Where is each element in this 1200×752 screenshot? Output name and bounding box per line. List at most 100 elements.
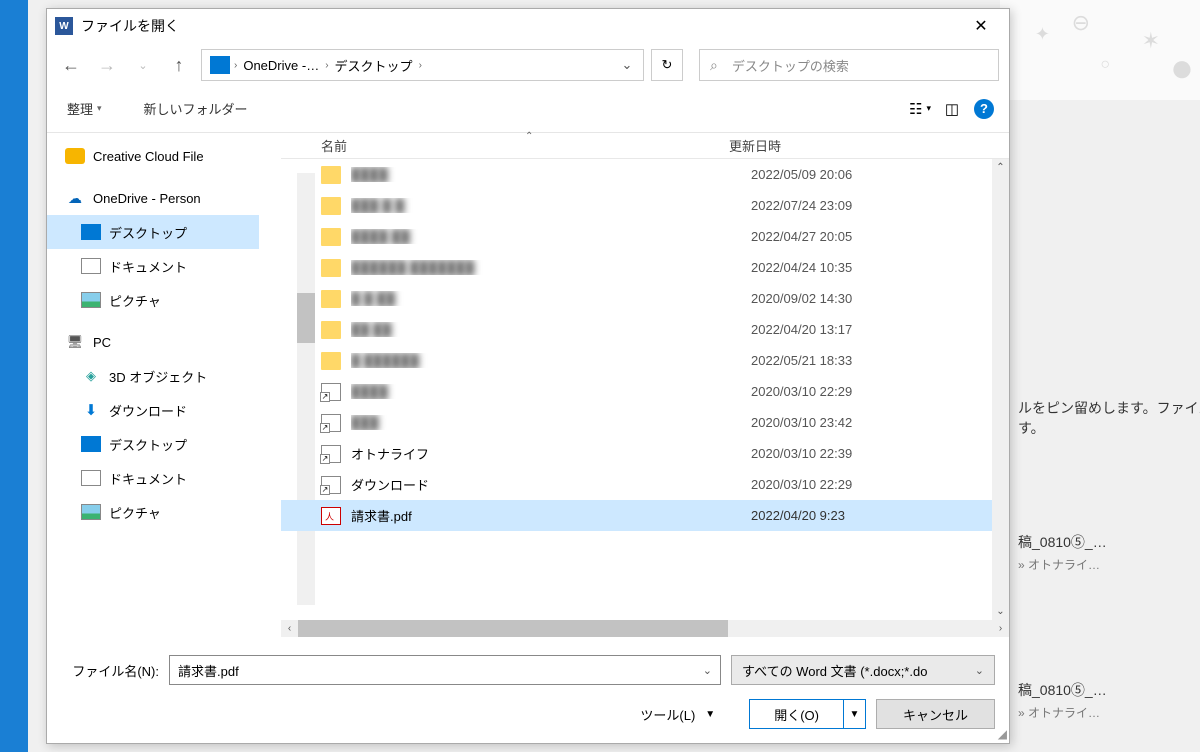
dialog-title: ファイルを開く bbox=[81, 16, 961, 36]
tree-item-creative-cloud[interactable]: Creative Cloud File bbox=[47, 139, 259, 173]
navigation-row: ← → ⌄ ↑ › OneDrive -… › デスクトップ › ⌄ ↻ ⌕ デ… bbox=[47, 43, 1009, 87]
shortcut-icon bbox=[321, 414, 341, 432]
chevron-down-icon: ▼ bbox=[705, 709, 715, 720]
preview-pane-button[interactable]: ◫ bbox=[941, 98, 963, 120]
refresh-button[interactable]: ↻ bbox=[651, 49, 683, 81]
folder-icon bbox=[321, 166, 341, 184]
horizontal-scrollbar[interactable]: ‹ › bbox=[281, 620, 1009, 637]
file-date: 2022/04/27 20:05 bbox=[751, 229, 852, 244]
file-date: 2020/03/10 22:29 bbox=[751, 477, 852, 492]
folder-icon bbox=[81, 436, 101, 452]
file-row[interactable]: ダウンロード2020/03/10 22:29 bbox=[281, 469, 1009, 500]
file-list: ████2022/05/09 20:06███ █ █2022/07/24 23… bbox=[281, 159, 1009, 620]
document-icon bbox=[81, 258, 101, 274]
tree-item-pictures-pc[interactable]: ピクチャ bbox=[47, 495, 259, 529]
tree-item-3d-objects[interactable]: ◈ 3D オブジェクト bbox=[47, 359, 259, 393]
filename-input[interactable]: 請求書.pdf ⌄ bbox=[169, 655, 721, 685]
file-row[interactable]: ████2020/03/10 22:29 bbox=[281, 376, 1009, 407]
open-split-dropdown[interactable]: ▼ bbox=[843, 700, 865, 728]
breadcrumb[interactable]: › OneDrive -… › デスクトップ › ⌄ bbox=[201, 49, 644, 81]
file-row[interactable]: █ ██████2022/05/21 18:33 bbox=[281, 345, 1009, 376]
file-date: 2022/05/21 18:33 bbox=[751, 353, 852, 368]
tree-item-desktop-pc[interactable]: デスクトップ bbox=[47, 427, 259, 461]
file-row[interactable]: ███2020/03/10 23:42 bbox=[281, 407, 1009, 438]
folder-icon bbox=[321, 352, 341, 370]
titlebar: W ファイルを開く ✕ bbox=[47, 9, 1009, 43]
main-content: Creative Cloud File ☁ OneDrive - Person … bbox=[47, 132, 1009, 637]
navigation-tree: Creative Cloud File ☁ OneDrive - Person … bbox=[47, 133, 259, 637]
new-folder-button[interactable]: 新しいフォルダー bbox=[138, 95, 254, 122]
file-row[interactable]: █ █ ██2020/09/02 14:30 bbox=[281, 283, 1009, 314]
chevron-down-icon[interactable]: ⌄ bbox=[703, 664, 712, 677]
3d-objects-icon: ◈ bbox=[81, 368, 101, 384]
resize-grip[interactable]: ◢ bbox=[998, 727, 1007, 741]
file-date: 2020/03/10 23:42 bbox=[751, 415, 852, 430]
chevron-down-icon: ▾ bbox=[97, 103, 102, 114]
file-date: 2022/04/24 10:35 bbox=[751, 260, 852, 275]
file-type-filter[interactable]: すべての Word 文書 (*.docx;*.do ⌄ bbox=[731, 655, 995, 685]
history-dropdown[interactable]: ⌄ bbox=[129, 51, 157, 79]
filter-text: すべての Word 文書 (*.docx;*.do bbox=[742, 661, 927, 680]
document-icon bbox=[81, 470, 101, 486]
bg-recent-file-1[interactable]: 稿_0810⑤_… bbox=[1018, 532, 1107, 552]
column-header-name[interactable]: 名前 bbox=[281, 136, 729, 155]
file-list-pane: ⌃ 名前 更新日時 ████2022/05/09 20:06███ █ █202… bbox=[281, 133, 1009, 637]
filename-row: ファイル名(N): 請求書.pdf ⌄ すべての Word 文書 (*.docx… bbox=[61, 655, 995, 685]
bg-hint-line1: ルをピン留めします。ファイル bbox=[1018, 398, 1200, 418]
path-segment-onedrive[interactable]: OneDrive -… bbox=[237, 58, 325, 73]
cancel-button[interactable]: キャンセル bbox=[876, 699, 995, 729]
organize-button[interactable]: 整理▾ bbox=[61, 95, 108, 122]
file-row[interactable]: ███ █ █2022/07/24 23:09 bbox=[281, 190, 1009, 221]
forward-button[interactable]: → bbox=[93, 51, 121, 79]
location-icon bbox=[210, 56, 230, 74]
file-row[interactable]: オトナライフ2020/03/10 22:39 bbox=[281, 438, 1009, 469]
folder-icon bbox=[321, 197, 341, 215]
close-button[interactable]: ✕ bbox=[961, 11, 1001, 41]
tree-item-pictures[interactable]: ピクチャ bbox=[47, 283, 259, 317]
tree-item-onedrive[interactable]: ☁ OneDrive - Person bbox=[47, 181, 259, 215]
dialog-footer: ファイル名(N): 請求書.pdf ⌄ すべての Word 文書 (*.docx… bbox=[47, 637, 1009, 743]
file-row[interactable]: ████ ██2022/04/27 20:05 bbox=[281, 221, 1009, 252]
up-button[interactable]: ↑ bbox=[165, 51, 193, 79]
tree-item-documents-pc[interactable]: ドキュメント bbox=[47, 461, 259, 495]
sort-indicator-icon: ⌃ bbox=[525, 131, 533, 142]
folder-icon bbox=[321, 259, 341, 277]
file-name: ████ bbox=[351, 167, 751, 182]
folder-icon bbox=[81, 224, 101, 240]
file-name: 請求書.pdf bbox=[351, 506, 751, 525]
tree-item-downloads[interactable]: ⬇ ダウンロード bbox=[47, 393, 259, 427]
search-input[interactable]: ⌕ デスクトップの検索 bbox=[699, 49, 999, 81]
creative-cloud-icon bbox=[65, 148, 85, 164]
path-segment-desktop[interactable]: デスクトップ bbox=[329, 56, 419, 75]
tree-item-documents[interactable]: ドキュメント bbox=[47, 249, 259, 283]
file-name: ████ ██ bbox=[351, 229, 751, 244]
help-button[interactable]: ? bbox=[973, 98, 995, 120]
chevron-right-icon[interactable]: › bbox=[419, 60, 422, 71]
tree-item-desktop[interactable]: デスクトップ bbox=[47, 215, 259, 249]
file-row[interactable]: 請求書.pdf2022/04/20 9:23 bbox=[281, 500, 1009, 531]
file-name: ██████ ███████ bbox=[351, 260, 751, 275]
view-mode-button[interactable]: ☷ ▾ bbox=[909, 98, 931, 120]
vertical-scrollbar[interactable]: ⌃⌄ bbox=[992, 159, 1009, 620]
column-header-modified[interactable]: 更新日時 bbox=[729, 136, 1009, 155]
file-row[interactable]: ██ ██2022/04/20 13:17 bbox=[281, 314, 1009, 345]
file-date: 2022/07/24 23:09 bbox=[751, 198, 852, 213]
file-date: 2020/09/02 14:30 bbox=[751, 291, 852, 306]
shortcut-icon bbox=[321, 383, 341, 401]
file-open-dialog: W ファイルを開く ✕ ← → ⌄ ↑ › OneDrive -… › デスクト… bbox=[46, 8, 1010, 744]
search-placeholder: デスクトップの検索 bbox=[732, 56, 849, 75]
tree-item-pc[interactable]: 🖥 PC bbox=[47, 325, 259, 359]
bg-recent-path-2: » オトナライ… bbox=[1018, 704, 1100, 721]
file-row[interactable]: ██████ ███████2022/04/24 10:35 bbox=[281, 252, 1009, 283]
file-row[interactable]: ████2022/05/09 20:06 bbox=[281, 159, 1009, 190]
file-name: █ ██████ bbox=[351, 353, 751, 368]
search-icon: ⌕ bbox=[710, 57, 718, 74]
back-button[interactable]: ← bbox=[57, 51, 85, 79]
path-dropdown[interactable]: ⌄ bbox=[615, 57, 639, 73]
tools-dropdown[interactable]: ツール(L)▼ bbox=[640, 705, 715, 724]
file-name: オトナライフ bbox=[351, 444, 751, 463]
open-button[interactable]: 開く(O) ▼ bbox=[749, 699, 866, 729]
folder-icon bbox=[321, 228, 341, 246]
filename-value: 請求書.pdf bbox=[178, 661, 239, 680]
bg-recent-file-2[interactable]: 稿_0810⑤_… bbox=[1018, 680, 1107, 700]
